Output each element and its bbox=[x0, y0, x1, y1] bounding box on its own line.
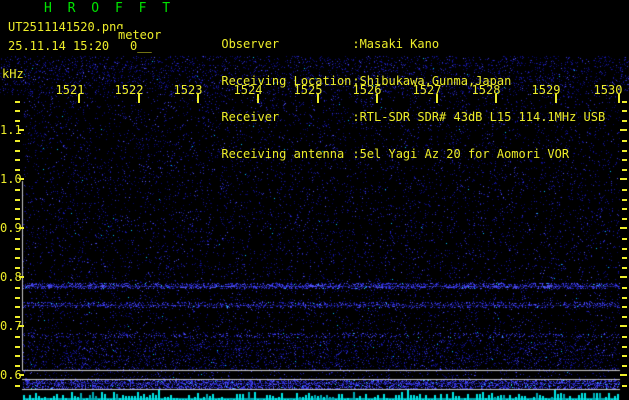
freq-minor-tick-left bbox=[15, 267, 20, 269]
freq-minor-tick-right bbox=[622, 199, 627, 201]
freq-minor-tick-right bbox=[622, 189, 627, 191]
freq-major-tick-left bbox=[19, 374, 24, 376]
freq-minor-tick-left bbox=[15, 150, 20, 152]
datetime-label: 25.11.14 15:20 bbox=[8, 39, 110, 53]
freq-minor-tick-right bbox=[622, 208, 627, 210]
freq-minor-tick-left bbox=[15, 257, 20, 259]
time-tick bbox=[555, 94, 557, 103]
freq-minor-tick-right bbox=[622, 385, 627, 387]
time-tick bbox=[197, 94, 199, 103]
echo-count: 0__ bbox=[130, 39, 152, 53]
time-tick bbox=[78, 94, 80, 103]
freq-minor-tick-right bbox=[622, 267, 627, 269]
freq-label: 0.7 bbox=[0, 319, 22, 333]
freq-minor-tick-left bbox=[15, 208, 20, 210]
freq-minor-tick-left bbox=[15, 110, 20, 112]
freq-minor-tick-left bbox=[15, 385, 20, 387]
freq-minor-tick-left bbox=[15, 159, 20, 161]
freq-minor-tick-left bbox=[15, 238, 20, 240]
freq-minor-tick-right bbox=[622, 238, 627, 240]
freq-minor-tick-right bbox=[622, 287, 627, 289]
freq-minor-tick-right bbox=[622, 140, 627, 142]
freq-minor-tick-right bbox=[622, 336, 627, 338]
freq-label: 1.1 bbox=[0, 123, 22, 137]
freq-axis-unit: kHz bbox=[2, 67, 24, 81]
info-value: :RTL-SDR SDR# 43dB L15 114.1MHz USB bbox=[352, 110, 606, 124]
freq-minor-tick-right bbox=[622, 150, 627, 152]
freq-minor-tick-left bbox=[15, 336, 20, 338]
time-tick bbox=[495, 94, 497, 103]
info-label: Observer bbox=[221, 37, 280, 51]
freq-minor-tick-right bbox=[622, 355, 627, 357]
time-tick bbox=[257, 94, 259, 103]
app-title: H R O F F T bbox=[44, 1, 175, 16]
time-tick bbox=[376, 94, 378, 103]
freq-major-tick-right bbox=[620, 129, 627, 131]
freq-minor-tick-left bbox=[15, 306, 20, 308]
freq-major-tick-left bbox=[19, 276, 24, 278]
freq-minor-tick-left bbox=[15, 169, 20, 171]
freq-major-tick-right bbox=[620, 374, 627, 376]
freq-major-tick-right bbox=[620, 178, 627, 180]
freq-minor-tick-right bbox=[622, 248, 627, 250]
freq-minor-tick-left bbox=[15, 199, 20, 201]
time-label: 1521 bbox=[55, 83, 85, 97]
info-value: :5el Yagi Az 20 for Aomori VOR bbox=[352, 146, 570, 161]
info-row-antenna: Receiving antenna :5el Yagi Az 20 for Aom… bbox=[178, 136, 605, 160]
hrofft-screen: H R O F F T UT2511141520.png meteor 25.1… bbox=[0, 0, 629, 400]
freq-minor-tick-right bbox=[622, 297, 627, 299]
freq-minor-tick-right bbox=[622, 316, 627, 318]
freq-minor-tick-left bbox=[15, 101, 20, 103]
freq-minor-tick-right bbox=[622, 346, 627, 348]
freq-major-tick-right bbox=[620, 276, 627, 278]
freq-minor-tick-right bbox=[622, 159, 627, 161]
time-tick bbox=[436, 94, 438, 103]
time-tick bbox=[317, 94, 319, 103]
freq-minor-tick-left bbox=[15, 248, 20, 250]
freq-major-tick-left bbox=[19, 178, 24, 180]
capture-filename: UT2511141520.png bbox=[8, 20, 124, 34]
freq-minor-tick-left bbox=[15, 297, 20, 299]
time-tick bbox=[618, 94, 620, 103]
info-label: Receiver bbox=[221, 110, 280, 124]
freq-minor-tick-right bbox=[622, 169, 627, 171]
freq-label: 0.6 bbox=[0, 368, 22, 382]
freq-minor-tick-left bbox=[15, 218, 20, 220]
freq-minor-tick-right bbox=[622, 306, 627, 308]
freq-minor-tick-left bbox=[15, 140, 20, 142]
freq-minor-tick-left bbox=[15, 355, 20, 357]
info-value: :Masaki Kano bbox=[352, 37, 440, 51]
info-row-receiver: Receiver :RTL-SDR SDR# 43dB L15 114.1MHz … bbox=[178, 99, 605, 123]
info-row-location: Receiving Location:Shibukawa,Gunma,Japan bbox=[178, 63, 605, 87]
freq-major-tick-left bbox=[19, 325, 24, 327]
info-row-observer: Observer :Masaki Kano bbox=[178, 26, 605, 50]
freq-minor-tick-right bbox=[622, 257, 627, 259]
freq-minor-tick-right bbox=[622, 120, 627, 122]
time-tick bbox=[138, 94, 140, 103]
freq-major-tick-right bbox=[620, 325, 627, 327]
freq-major-tick-left bbox=[19, 129, 24, 131]
freq-label: 0.9 bbox=[0, 221, 22, 235]
freq-minor-tick-right bbox=[622, 101, 627, 103]
freq-minor-tick-left bbox=[15, 287, 20, 289]
freq-minor-tick-right bbox=[622, 110, 627, 112]
freq-minor-tick-right bbox=[622, 365, 627, 367]
freq-minor-tick-left bbox=[15, 365, 20, 367]
freq-minor-tick-left bbox=[15, 346, 20, 348]
freq-minor-tick-left bbox=[15, 316, 20, 318]
freq-major-tick-right bbox=[620, 227, 627, 229]
freq-minor-tick-right bbox=[622, 218, 627, 220]
freq-minor-tick-left bbox=[15, 189, 20, 191]
freq-label: 0.8 bbox=[0, 270, 22, 284]
freq-label: 1.0 bbox=[0, 172, 22, 186]
info-label: Receiving antenna bbox=[221, 146, 345, 161]
freq-minor-tick-left bbox=[15, 120, 20, 122]
freq-major-tick-left bbox=[19, 227, 24, 229]
